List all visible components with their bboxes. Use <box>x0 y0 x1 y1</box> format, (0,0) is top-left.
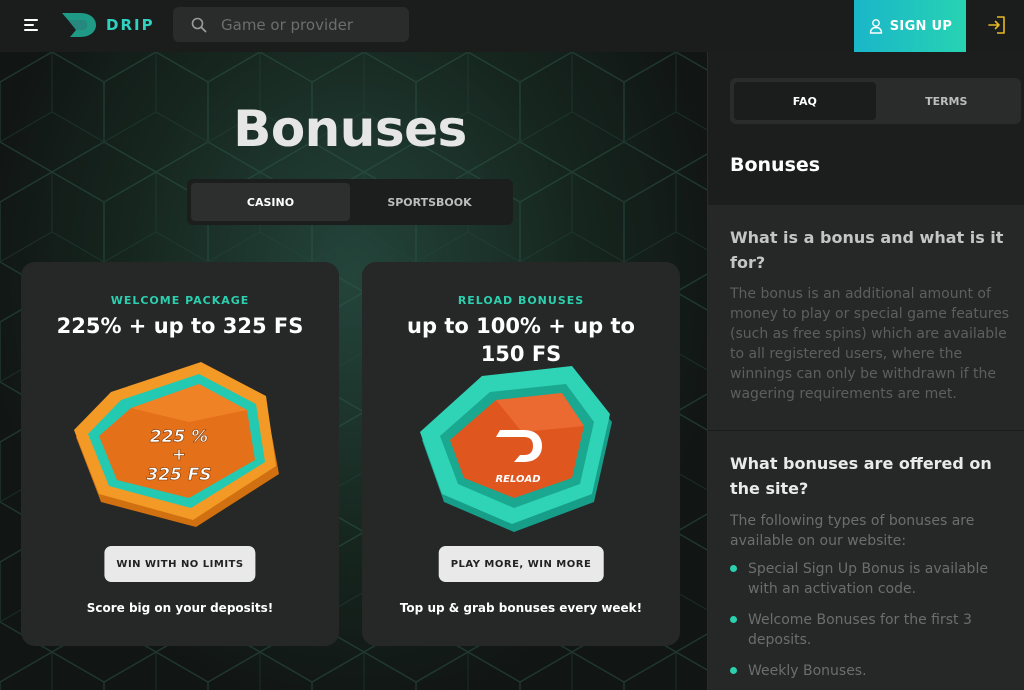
tab-faq[interactable]: FAQ <box>734 82 876 120</box>
search-icon <box>191 17 207 32</box>
menu-icon[interactable] <box>24 16 42 34</box>
list-item: Special Sign Up Bonus is available with … <box>730 559 1018 599</box>
list-item: Welcome Bonuses for the first 3 deposits… <box>730 610 1018 650</box>
page-title: Bonuses <box>233 100 467 158</box>
card-headline: up to 100% + up to 150 FS <box>407 314 635 366</box>
list-item: Weekly Bonuses. <box>730 661 1018 681</box>
faq-sidebar: FAQ TERMS Bonuses What is a bonus and wh… <box>707 52 1024 690</box>
play-more-win-more-button[interactable]: PLAY MORE, WIN MORE <box>438 546 604 582</box>
user-icon <box>869 19 882 34</box>
faq-answer: The following types of bonuses are avail… <box>730 513 975 549</box>
bonus-category-tabs: CASINO SPORTSBOOK <box>187 179 513 225</box>
bullet-dot <box>730 616 737 623</box>
tab-casino[interactable]: CASINO <box>191 183 350 221</box>
faq-terms-tabs: FAQ TERMS <box>730 78 1021 124</box>
bonus-types-list: Special Sign Up Bonus is available with … <box>730 559 1018 690</box>
reload-bonuses-card: RELOAD BONUSES up to 100% + up to 150 FS… <box>362 262 680 646</box>
drip-logo-icon <box>62 13 96 37</box>
card-kicker: RELOAD BONUSES <box>457 294 585 307</box>
card-headline: 225% + up to 325 FS <box>56 314 304 338</box>
search-input[interactable] <box>221 15 401 34</box>
card-footer-text: Score big on your deposits! <box>86 601 274 615</box>
top-header: DRIP SIGN UP <box>0 0 1024 52</box>
bullet-dot <box>730 667 737 674</box>
brand-name: DRIP <box>106 16 155 34</box>
faq-question[interactable]: What bonuses are offered on the site? <box>730 451 1015 501</box>
reload-bonus-chip-image: RELOAD <box>420 366 612 532</box>
search-bar[interactable] <box>173 7 409 42</box>
login-icon[interactable] <box>986 14 1008 36</box>
svg-text:+: + <box>172 445 186 465</box>
faq-answer: The bonus is an additional amount of mon… <box>730 286 1010 402</box>
tab-sportsbook[interactable]: SPORTSBOOK <box>350 183 509 221</box>
svg-text:325 FS: 325 FS <box>146 465 211 485</box>
bullet-dot <box>730 565 737 572</box>
sign-up-label: SIGN UP <box>889 18 953 34</box>
svg-text:225 %: 225 % <box>150 427 208 447</box>
drip-logo[interactable]: DRIP <box>60 11 155 39</box>
card-footer-text: Top up & grab bonuses every week! <box>399 601 643 615</box>
faq-question[interactable]: What is a bonus and what is it for? <box>730 225 1015 275</box>
faq-item: What is a bonus and what is it for? The … <box>708 205 1024 430</box>
welcome-bonus-chip-image: 225 % + 325 FS <box>74 362 279 527</box>
card-kicker: WELCOME PACKAGE <box>110 294 250 307</box>
svg-text:RELOAD: RELOAD <box>495 474 540 485</box>
faq-item: What bonuses are offered on the site? Th… <box>708 430 1024 690</box>
sign-up-button[interactable]: SIGN UP <box>854 0 966 52</box>
sidebar-heading: Bonuses <box>730 154 821 176</box>
welcome-package-card: WELCOME PACKAGE 225% + up to 325 FS 225 … <box>21 262 339 646</box>
tab-terms[interactable]: TERMS <box>876 82 1018 120</box>
win-with-no-limits-button[interactable]: WIN WITH NO LIMITS <box>104 546 256 582</box>
bonuses-main-section: Bonuses CASINO SPORTSBOOK WELCOME PACKAG… <box>0 52 707 690</box>
